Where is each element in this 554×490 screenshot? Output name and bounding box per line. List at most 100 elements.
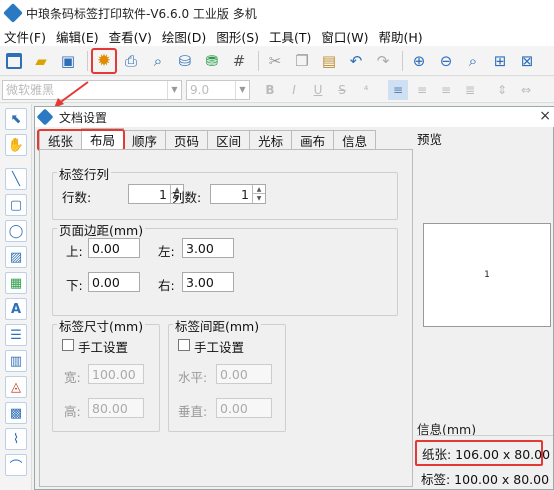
label-preview: 1 [423, 223, 551, 327]
strikethrough-icon[interactable]: S [332, 80, 352, 100]
app-titlebar: 中琅条码标签打印软件-V6.6.0 工业版 多机 [0, 0, 554, 26]
zoom-in-icon[interactable]: ⊕ [407, 49, 431, 73]
tab-range[interactable]: 区间 [207, 130, 251, 150]
menu-window[interactable]: 窗口(W) [317, 27, 374, 46]
barcode-tool-icon[interactable]: ▥ [5, 350, 27, 372]
menu-file[interactable]: 文件(F) [0, 27, 52, 46]
fit-width-icon[interactable]: ⊠ [515, 49, 539, 73]
menu-view[interactable]: 查看(V) [105, 27, 158, 46]
chevron-down-icon: ▼ [235, 80, 249, 99]
bold-icon[interactable]: B [260, 80, 280, 100]
tab-cursor[interactable]: 光标 [249, 130, 293, 150]
gap-manual-checkbox[interactable] [178, 339, 190, 351]
menu-edit[interactable]: 编辑(E) [52, 27, 105, 46]
tab-paper[interactable]: 纸张 [39, 130, 83, 150]
redo-icon[interactable]: ↷ [371, 49, 395, 73]
tab-canvas[interactable]: 画布 [291, 130, 335, 150]
tab-page-number[interactable]: 页码 [165, 130, 209, 150]
paste-icon[interactable]: ▤ [317, 49, 341, 73]
underline-icon[interactable]: U [308, 80, 328, 100]
right-margin-input[interactable]: 3.00 [182, 272, 234, 292]
new-document-icon[interactable] [2, 49, 26, 73]
undo-icon[interactable]: ↶ [344, 49, 368, 73]
grid-icon[interactable]: # [227, 49, 251, 73]
rich-text-tool-icon[interactable]: ☰ [5, 324, 27, 346]
vertical-gap-label: 垂直: [178, 404, 208, 419]
tab-layout[interactable]: 布局 [81, 128, 125, 150]
superscript-icon[interactable]: ⁴ [356, 80, 376, 100]
tab-order[interactable]: 顺序 [123, 130, 167, 150]
align-right-icon[interactable]: ≡ [436, 80, 456, 100]
tab-info[interactable]: 信息 [333, 130, 377, 150]
label-width-input[interactable]: 100.00 [88, 364, 144, 384]
font-size-select[interactable]: 9.0 ▼ [186, 79, 250, 100]
zoom-out-icon[interactable]: ⊖ [434, 49, 458, 73]
zoom-icon[interactable]: ⌕ [461, 49, 485, 73]
text-tool-icon[interactable]: A [5, 298, 27, 320]
fit-page-icon[interactable]: ⊞ [488, 49, 512, 73]
drawing-tools-sidebar: ⬉ ✋ ╲ ▢ ◯ ▨ ▦ A ☰ ▥ ◬ ▩ ⌇ ⌒ [0, 104, 32, 490]
char-spacing-icon[interactable]: ⇔ [516, 80, 536, 100]
rows-cols-group-label: 标签行列 [57, 164, 112, 183]
line-tool-icon[interactable]: ╲ [5, 168, 27, 190]
align-center-icon[interactable]: ≡ [412, 80, 432, 100]
cols-spinner[interactable]: 1 ▲ ▼ [210, 184, 266, 204]
label-size-group-label: 标签尺寸(mm) [57, 316, 146, 335]
app-logo-icon [3, 3, 23, 23]
database-icon[interactable]: ⛁ [173, 49, 197, 73]
left-margin-label: 左: [158, 244, 175, 259]
print-icon[interactable]: ⎙ [119, 49, 143, 73]
qrcode-tool-icon[interactable]: ▩ [5, 402, 27, 424]
document-settings-icon[interactable]: ✹ [91, 47, 117, 74]
main-toolbar: ▰ ▣ ✹ ⎙ ⌕ ⛁ ⛃ # ✂ ❐ ▤ ↶ ↷ ⊕ ⊖ ⌕ ⊞ ⊠ [0, 46, 554, 76]
horizontal-gap-input[interactable]: 0.00 [216, 364, 272, 384]
format-toolbar: 微软雅黑 ▼ 9.0 ▼ B I U S ⁴ ≡ ≡ ≡ ≣ ⇕ ⇔ [0, 77, 554, 103]
preview-label: 预览 [417, 132, 443, 147]
spin-down-icon[interactable]: ▼ [252, 194, 265, 203]
align-left-icon[interactable]: ≡ [388, 79, 408, 100]
data-source-icon[interactable]: ⛃ [200, 49, 224, 73]
menu-help[interactable]: 帮助(H) [375, 27, 429, 46]
dialog-title: 文档设置 [59, 110, 108, 125]
menu-draw[interactable]: 绘图(D) [158, 27, 212, 46]
spin-up-icon[interactable]: ▲ [252, 185, 265, 194]
font-name-select[interactable]: 微软雅黑 ▼ [2, 79, 182, 100]
bottom-margin-input[interactable]: 0.00 [88, 272, 140, 292]
preview-page-number: 1 [484, 270, 490, 280]
info-divider [417, 435, 553, 436]
ellipse-tool-icon[interactable]: ◯ [5, 220, 27, 242]
menu-tools[interactable]: 工具(T) [265, 27, 317, 46]
arc-tool-icon[interactable]: ⌒ [5, 454, 27, 476]
italic-icon[interactable]: I [284, 80, 304, 100]
justify-icon[interactable]: ≣ [460, 80, 480, 100]
image-tool-icon[interactable]: ▨ [5, 246, 27, 268]
picture-tool-icon[interactable]: ▦ [5, 272, 27, 294]
chevron-down-icon: ▼ [167, 80, 181, 99]
rectangle-tool-icon[interactable]: ▢ [5, 194, 27, 216]
cut-icon[interactable]: ✂ [263, 49, 287, 73]
copy-icon[interactable]: ❐ [290, 49, 314, 73]
shape-tool-icon[interactable]: ◬ [5, 376, 27, 398]
open-folder-icon[interactable]: ▰ [29, 49, 53, 73]
close-icon[interactable]: × [539, 108, 551, 124]
width-label: 宽: [64, 370, 81, 385]
hand-icon[interactable]: ✋ [5, 134, 27, 156]
label-height-input[interactable]: 80.00 [88, 398, 144, 418]
vertical-gap-input[interactable]: 0.00 [216, 398, 272, 418]
bottom-margin-label: 下: [66, 278, 83, 293]
save-icon[interactable]: ▣ [56, 49, 80, 73]
height-label: 高: [64, 404, 81, 419]
top-margin-label: 上: [66, 244, 83, 259]
toolbar-separator [402, 50, 403, 71]
line-spacing-icon[interactable]: ⇕ [492, 80, 512, 100]
rows-value: 1 [159, 186, 167, 202]
layout-panel: 标签行列 行数: 1 ▲ ▼ 列数: 1 ▲ ▼ 页面边距(mm) 上: 0.0… [39, 149, 413, 487]
print-preview-icon[interactable]: ⌕ [146, 49, 170, 73]
size-manual-checkbox[interactable] [62, 339, 74, 351]
polyline-tool-icon[interactable]: ⌇ [5, 428, 27, 450]
menu-shape[interactable]: 图形(S) [212, 27, 265, 46]
size-manual-label: 手工设置 [78, 340, 129, 355]
select-pointer-icon[interactable]: ⬉ [5, 108, 27, 130]
left-margin-input[interactable]: 3.00 [182, 238, 234, 258]
top-margin-input[interactable]: 0.00 [88, 238, 140, 258]
